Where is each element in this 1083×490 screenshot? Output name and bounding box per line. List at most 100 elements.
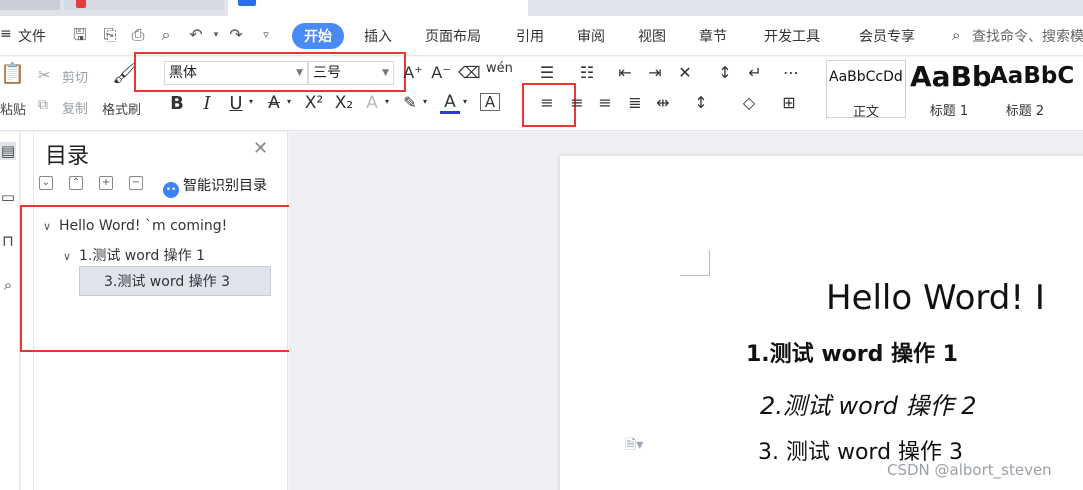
style-sample: AaBbCcDd bbox=[829, 69, 903, 85]
style-heading-1[interactable]: AaBb 标题 1 bbox=[908, 60, 990, 118]
style-normal[interactable]: AaBbCcDd 正文 bbox=[826, 60, 906, 120]
style-label: 标题 1 bbox=[929, 104, 969, 118]
format-painter-button[interactable]: 格式刷 bbox=[102, 99, 141, 118]
font-color-icon[interactable]: A bbox=[440, 92, 460, 114]
redo-icon[interactable]: ↷ bbox=[226, 24, 246, 46]
line-spacing-icon[interactable]: ↕ bbox=[690, 93, 712, 112]
chapter-icon[interactable]: ▭ bbox=[0, 188, 16, 206]
command-search-input[interactable]: 查找命令、搜索模 bbox=[972, 26, 1083, 46]
menu-file[interactable]: 文件 bbox=[18, 26, 46, 46]
underline-icon[interactable]: U bbox=[226, 93, 246, 114]
cut-button[interactable]: 剪切 bbox=[62, 67, 88, 86]
print-icon[interactable]: ⎙ bbox=[128, 24, 148, 46]
toc-view-icon[interactable]: ▤ bbox=[0, 142, 16, 160]
robot-icon: •• bbox=[163, 182, 179, 198]
hamburger-icon[interactable]: ≡ bbox=[0, 26, 12, 42]
align-center-icon[interactable]: ≡ bbox=[566, 93, 588, 112]
align-right-icon[interactable]: ≡ bbox=[594, 93, 616, 112]
numbered-list-icon[interactable]: ☷ bbox=[576, 63, 598, 82]
highlighter-icon[interactable]: ✎ bbox=[400, 93, 420, 112]
doc-heading-2[interactable]: 2.测试 word 操作 2 bbox=[760, 386, 976, 421]
chevron-down-icon[interactable]: ▾ bbox=[382, 97, 392, 106]
style-label: 正文 bbox=[852, 105, 879, 120]
tab-membership[interactable]: 会员专享 bbox=[859, 26, 915, 46]
subscript-icon[interactable]: X₂ bbox=[332, 93, 356, 113]
print-preview-icon[interactable]: ⌕ bbox=[156, 24, 176, 46]
ruler-icon[interactable]: ⋯ bbox=[780, 63, 802, 82]
sort-icon[interactable]: ↕ bbox=[714, 63, 736, 82]
window-tab[interactable] bbox=[64, 0, 224, 10]
style-sample: AaBbC bbox=[990, 63, 1075, 89]
italic-icon[interactable]: I bbox=[198, 93, 216, 114]
distribute-icon[interactable]: ⇹ bbox=[652, 93, 674, 112]
text-effect-icon[interactable]: A bbox=[362, 93, 382, 113]
export-pdf-icon[interactable]: ⎘ bbox=[100, 24, 120, 46]
copy-icon: ⧉ bbox=[38, 97, 48, 113]
close-icon[interactable]: ✕ bbox=[253, 138, 268, 159]
app-window: ≡ 文件 🖫 ⎘ ⎙ ⌕ ↶ ▾ ↷ ▿ 开始 插入 页面布局 引用 审阅 视图… bbox=[0, 0, 1083, 490]
chevron-down-icon[interactable]: ▾ bbox=[284, 97, 294, 106]
window-tab[interactable] bbox=[0, 0, 60, 10]
strikethrough-icon[interactable]: A bbox=[264, 93, 284, 113]
more-icon[interactable]: ▿ bbox=[256, 24, 276, 46]
floating-doc-icon[interactable]: 🗎▾ bbox=[625, 434, 643, 458]
borders-icon[interactable]: ⊞ bbox=[778, 93, 800, 112]
increase-indent-icon[interactable]: ⇥ bbox=[644, 63, 666, 82]
expand-plus-icon[interactable]: + bbox=[99, 176, 113, 190]
window-tabs bbox=[0, 0, 1083, 16]
decrease-indent-icon[interactable]: ⇤ bbox=[614, 63, 636, 82]
tab-insert[interactable]: 插入 bbox=[364, 26, 392, 46]
chinese-layout-icon[interactable]: ✕ bbox=[674, 63, 696, 82]
collapse-minus-icon[interactable]: − bbox=[129, 176, 143, 190]
toc-pane: 目录 ✕ ⌄ ⌃ + − •• 智能识别目录 ∨ Hello Word! `m co… bbox=[20, 132, 347, 490]
smart-toc-button[interactable]: •• 智能识别目录 bbox=[163, 175, 267, 198]
writer-icon bbox=[238, 0, 256, 6]
superscript-icon[interactable]: X² bbox=[302, 93, 326, 113]
chevron-down-icon[interactable]: ▾ bbox=[246, 97, 256, 106]
chevron-down-icon[interactable]: ▾ bbox=[420, 97, 430, 106]
char-border-icon[interactable]: A bbox=[480, 93, 500, 111]
grow-font-icon[interactable]: A⁺ bbox=[402, 63, 424, 82]
style-label: 标题 2 bbox=[1005, 104, 1045, 118]
tab-review[interactable]: 审阅 bbox=[577, 26, 605, 46]
shading-icon[interactable]: ◇ bbox=[738, 93, 760, 112]
collapse-up-icon[interactable]: ⌃ bbox=[69, 176, 83, 190]
tab-references[interactable]: 引用 bbox=[516, 26, 544, 46]
save-icon[interactable]: 🖫 bbox=[70, 24, 90, 46]
collapse-down-icon[interactable]: ⌄ bbox=[39, 176, 53, 190]
search-icon: ⌕ bbox=[952, 26, 961, 44]
doc-title-heading[interactable]: Hello Word! I bbox=[826, 278, 1045, 318]
watermark-text: CSDN @albort_steven bbox=[887, 461, 1052, 479]
smart-toc-label: 智能识别目录 bbox=[183, 178, 267, 194]
style-heading-2[interactable]: AaBbC 标题 2 bbox=[990, 60, 1083, 118]
undo-dropdown-icon[interactable]: ▾ bbox=[206, 24, 226, 46]
shrink-font-icon[interactable]: A⁻ bbox=[430, 63, 452, 82]
pinyin-guide-icon[interactable]: wén bbox=[486, 61, 513, 76]
justify-icon[interactable]: ≣ bbox=[624, 93, 646, 112]
doc-heading-1[interactable]: 1.测试 word 操作 1 bbox=[746, 336, 958, 368]
tab-developer[interactable]: 开发工具 bbox=[764, 26, 820, 46]
tab-home[interactable]: 开始 bbox=[292, 23, 344, 49]
bookmark-icon[interactable]: ⊓ bbox=[0, 232, 16, 250]
menu-bar: ≡ 文件 🖫 ⎘ ⎙ ⌕ ↶ ▾ ↷ ▿ 开始 插入 页面布局 引用 审阅 视图… bbox=[0, 16, 1083, 56]
toc-title: 目录 bbox=[45, 144, 90, 169]
tab-chapter[interactable]: 章节 bbox=[699, 26, 727, 46]
paste-label[interactable]: 粘贴 bbox=[0, 99, 26, 118]
page-margin-marker bbox=[680, 250, 710, 276]
cut-icon: ✂ bbox=[38, 66, 51, 84]
bullet-list-icon[interactable]: ☰ bbox=[536, 63, 558, 82]
window-tab-active[interactable] bbox=[228, 0, 528, 16]
clear-format-icon[interactable]: ⌫ bbox=[458, 63, 481, 82]
bold-icon[interactable]: B bbox=[168, 93, 186, 114]
find-icon[interactable]: ⌕ bbox=[0, 276, 16, 294]
tab-view[interactable]: 视图 bbox=[638, 26, 666, 46]
tab-page-layout[interactable]: 页面布局 bbox=[425, 26, 481, 46]
chevron-down-icon[interactable]: ▾ bbox=[460, 97, 470, 106]
paste-icon[interactable]: 📋 bbox=[0, 61, 25, 87]
show-hide-marks-icon[interactable]: ↵ bbox=[744, 63, 766, 82]
undo-icon[interactable]: ↶ bbox=[186, 24, 206, 46]
style-sample: AaBb bbox=[910, 60, 990, 93]
copy-button[interactable]: 复制 bbox=[62, 98, 88, 117]
nav-icon-strip: ▤ ▭ ⊓ ⌕ bbox=[0, 132, 20, 490]
format-painter-icon[interactable]: 🖌 bbox=[112, 61, 137, 85]
